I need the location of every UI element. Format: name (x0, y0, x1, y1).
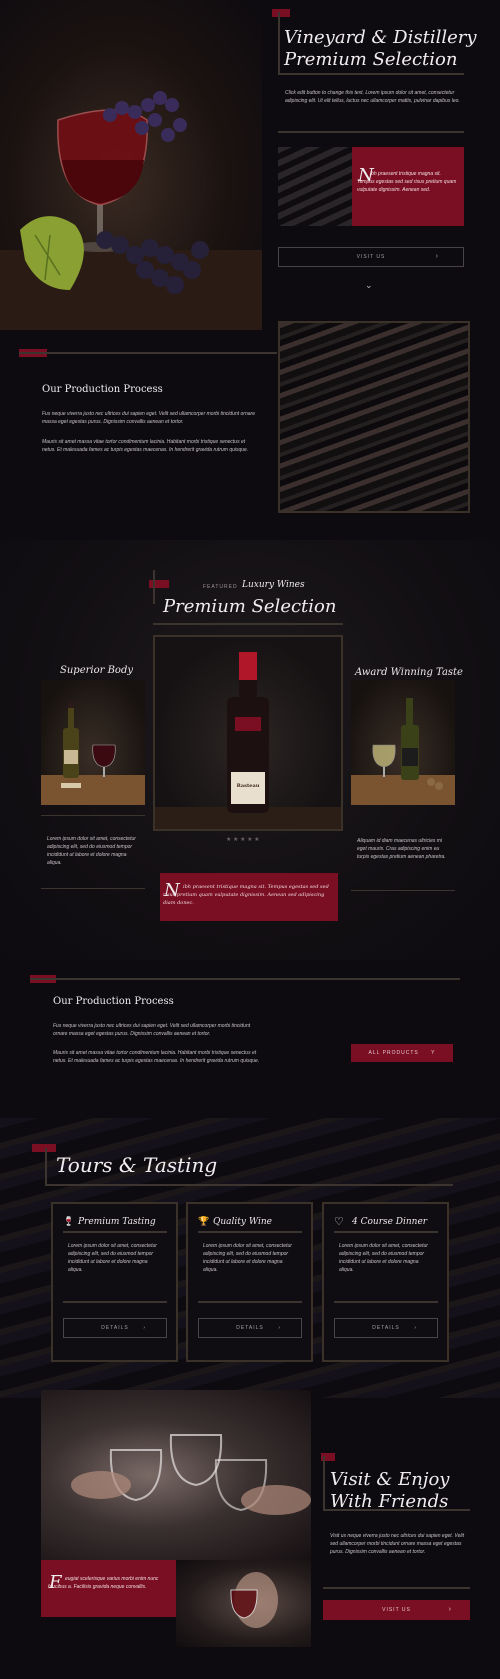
tours-title: Tours & Tasting (56, 1153, 218, 1177)
tour-card-rule-bottom (198, 1301, 302, 1303)
tour-card-details-button[interactable]: DETAILS › (334, 1318, 438, 1338)
hero-accent-tab (272, 9, 290, 17)
toast-friends-photo (41, 1390, 311, 1560)
tour-card-rule (198, 1231, 302, 1233)
hero-visit-label: VISIT US (356, 254, 386, 260)
production1-heading: Our Production Process (42, 384, 163, 395)
filter-icon: Y (431, 1050, 436, 1056)
wine-glass-photo (0, 0, 262, 330)
left-product-rule (41, 815, 145, 816)
visit-title-frame-left (323, 1456, 325, 1510)
featured-title-frame-left (153, 570, 155, 604)
featured-kicker: FEATURED (203, 584, 238, 590)
tour-card-4-course-dinner: ♡ 4 Course Dinner Lorem ipsum dolor sit … (322, 1202, 449, 1362)
hero-visit-button[interactable]: VISIT US › (278, 247, 464, 267)
tour-card-rule (63, 1231, 167, 1233)
production2-top-line (30, 978, 460, 980)
left-product-title: Superior Body (60, 665, 133, 676)
tours-title-frame-bottom (45, 1184, 453, 1186)
production1-top-line (19, 352, 277, 354)
details-label: DETAILS (372, 1325, 400, 1331)
white-wine-photo-right (351, 680, 455, 805)
details-label: DETAILS (236, 1325, 264, 1331)
woman-tasting-photo (176, 1560, 311, 1647)
white-wine-photo-left (41, 680, 145, 805)
chevron-right-icon: › (414, 1325, 417, 1331)
featured-quote-box: N ibh praesent tristique magna sit. Temp… (160, 873, 338, 921)
tour-card-details-button[interactable]: DETAILS › (198, 1318, 302, 1338)
featured-title-frame-bottom (153, 623, 343, 625)
featured-section: FEATURED Luxury Wines Premium Selection … (0, 540, 500, 960)
hero-section: Vineyard & Distillery Premium Selection … (0, 0, 500, 330)
details-label: DETAILS (101, 1325, 129, 1331)
hero-title-frame-left (278, 12, 280, 74)
rating-stars: ★ ★ ★ ★ ★ (226, 837, 260, 843)
left-product-rule-bottom (41, 888, 145, 889)
tour-card-details-button[interactable]: DETAILS › (63, 1318, 167, 1338)
left-product-text: Lorem ipsum dolor sit amet, consectetur … (47, 836, 136, 866)
tour-card-rule-bottom (334, 1301, 438, 1303)
tour-card-title: Premium Tasting (78, 1217, 156, 1227)
scroll-down-icon[interactable]: ⌄ (365, 280, 373, 291)
visit-divider (323, 1587, 470, 1589)
featured-kicker-script: Luxury Wines (242, 580, 305, 590)
production1-paragraph-2: Mauris sit amet massa vitae tortor condi… (42, 439, 249, 453)
visit-us-button[interactable]: VISIT US › (323, 1600, 470, 1620)
chevron-right-icon: › (143, 1325, 146, 1331)
wine-cellar-photo (278, 321, 470, 513)
heart-icon: ♡ (334, 1216, 344, 1228)
chevron-right-icon: › (435, 253, 439, 260)
production-section-2: Our Production Process Fus neque viverra… (0, 960, 500, 1120)
wine-glass-icon: 🍷 (63, 1216, 75, 1226)
hero-intro-text: Click edit button to change this text. L… (285, 90, 460, 104)
tour-card-rule-bottom (63, 1301, 167, 1303)
hero-title-line1: Vineyard & Distillery (284, 27, 477, 48)
rasteau-bottle-photo: Rasteau (153, 635, 343, 831)
hero-quote-text: ibh praesent tristique magna sit. Tempus… (357, 171, 457, 193)
right-product-rule-bottom (351, 890, 455, 891)
production1-paragraph-1: Fus neque viverra justo nec ultrices dui… (42, 411, 255, 425)
visit-us-label: VISIT US (382, 1607, 411, 1613)
visit-title-line2: With Friends (330, 1491, 449, 1512)
hero-quote-box: N ibh praesent tristique magna sit. Temp… (352, 147, 464, 226)
tour-card-text: Lorem ipsum dolor sit amet, consectetur … (68, 1243, 157, 1273)
visit-text: Visit us neque viverra justo nec ultrice… (330, 1533, 464, 1555)
featured-accent-tab (149, 580, 169, 588)
tour-card-quality-wine: 🏆 Quality Wine Lorem ipsum dolor sit ame… (186, 1202, 313, 1362)
bottle-label-text: Rasteau (236, 783, 260, 789)
tours-accent-tab (32, 1144, 56, 1152)
tour-card-title: 4 Course Dinner (352, 1217, 428, 1227)
chevron-right-icon: › (278, 1325, 281, 1331)
production2-paragraph-2: Mauris sit amet massa vitae tortor condi… (53, 1050, 260, 1064)
visit-quote-text: eugiat scelerisque varius morbi enim nun… (48, 1576, 159, 1590)
tour-card-rule (334, 1231, 438, 1233)
trophy-icon: 🏆 (198, 1216, 210, 1226)
all-products-button[interactable]: ALL PRODUCTS Y (351, 1044, 453, 1062)
visit-quote-box: F eugiat scelerisque varius morbi enim n… (41, 1560, 176, 1617)
visit-title-line1: Visit & Enjoy (330, 1469, 450, 1490)
hero-divider (278, 131, 464, 133)
right-product-text: Aliquam id diam maecenas ultricies mi eg… (357, 838, 446, 860)
wine-rack-photo-small (278, 147, 352, 226)
tours-section: Tours & Tasting 🍷 Premium Tasting Lorem … (0, 1118, 500, 1398)
featured-title: Premium Selection (163, 596, 337, 617)
production2-heading: Our Production Process (53, 996, 174, 1007)
production-section-1: Our Production Process Fus neque viverra… (0, 318, 500, 518)
featured-quote-text: ibh praesent tristique magna sit. Tempus… (163, 884, 329, 906)
tour-card-text: Lorem ipsum dolor sit amet, consectetur … (203, 1243, 292, 1273)
all-products-label: ALL PRODUCTS (368, 1050, 419, 1056)
tour-card-text: Lorem ipsum dolor sit amet, consectetur … (339, 1243, 428, 1273)
tour-card-premium-tasting: 🍷 Premium Tasting Lorem ipsum dolor sit … (51, 1202, 178, 1362)
tours-title-frame-left (45, 1148, 47, 1185)
visit-section: F eugiat scelerisque varius morbi enim n… (0, 1390, 500, 1679)
tour-card-title: Quality Wine (213, 1217, 272, 1227)
hero-title-frame-bottom (278, 73, 464, 75)
right-product-title: Award Winning Taste (355, 667, 463, 678)
hero-title-line2: Premium Selection (284, 49, 458, 70)
production2-paragraph-1: Fus neque viverra justo nec ultrices dui… (53, 1023, 251, 1037)
chevron-right-icon: › (448, 1606, 452, 1613)
